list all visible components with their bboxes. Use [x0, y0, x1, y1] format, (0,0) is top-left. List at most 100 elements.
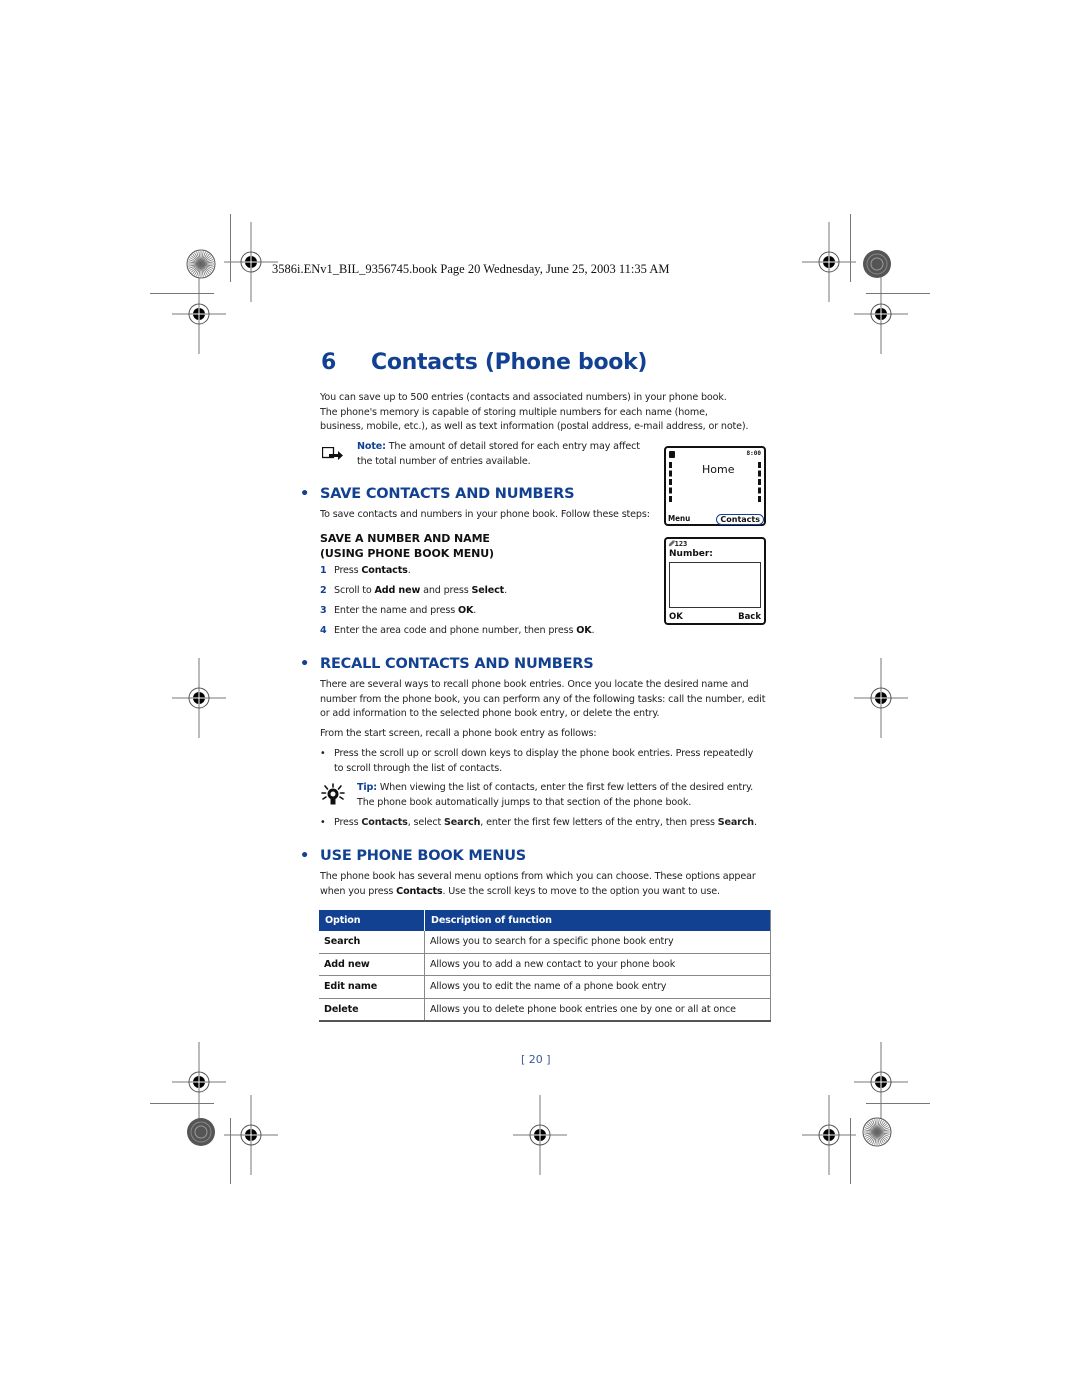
step-keyword: OK [457, 605, 474, 616]
bullet-span: , enter the first few letters of the ent… [480, 817, 718, 828]
note-paragraph: Note: The amount of detail stored for ea… [357, 440, 657, 469]
description-cell: Allows you to search for a specific phon… [424, 931, 771, 954]
column-header-description: Description of function [424, 910, 771, 931]
battery-icon [669, 451, 675, 458]
softkey-contacts[interactable]: Contacts [716, 514, 764, 525]
option-cell: Delete [319, 998, 425, 1022]
tip-text: When viewing the list of contacts, enter… [376, 782, 754, 793]
table-header-row: Option Description of function [319, 910, 771, 931]
heading-text: RECALL CONTACTS AND NUMBERS [320, 656, 594, 672]
phone-title: Home [702, 463, 735, 476]
softkey-back[interactable]: Back [738, 612, 761, 622]
bullet-keyword: Search [717, 817, 754, 828]
step-text: . [504, 585, 507, 596]
signal-bar [669, 462, 675, 502]
registration-target [171, 1041, 227, 1123]
heading-text: USE PHONE BOOK MENUS [320, 848, 527, 864]
note-icon [322, 447, 343, 460]
registration-target [223, 221, 279, 303]
subheading-line: SAVE A NUMBER AND NAME [320, 532, 490, 545]
step-item: 3 Enter the name and press OK. [320, 605, 476, 616]
step-number: 1 [320, 565, 327, 576]
chapter-title-text: Contacts (Phone book) [371, 350, 648, 375]
option-cell: Edit name [319, 975, 425, 999]
table-row: Add new Allows you to add a new contact … [319, 953, 771, 976]
step-text: . [407, 565, 411, 576]
bullet-dot: • [320, 817, 326, 828]
registration-target [512, 1094, 568, 1176]
options-table: Option Description of function Search Al… [319, 910, 771, 1022]
section-heading-save: • SAVE CONTACTS AND NUMBERS [300, 486, 575, 502]
step-number: 4 [320, 625, 327, 636]
recall-paragraph: There are several ways to recall phone b… [320, 678, 780, 722]
tip-paragraph: Tip: When viewing the list of contacts, … [357, 781, 753, 810]
bullet-keyword: Contacts [361, 817, 408, 828]
tip-label: Tip: [357, 782, 377, 793]
page-number: [ 20 ] [521, 1053, 551, 1066]
step-keyword: Add new [374, 585, 421, 596]
step-text: Enter the name and press [334, 605, 458, 616]
save-intro: To save contacts and numbers in your pho… [320, 509, 650, 520]
recall-line: number from the phone book, you can perf… [320, 693, 766, 705]
heading-bullet: • [300, 848, 310, 864]
input-mode-text: 123 [674, 540, 688, 548]
menus-line: The phone book has several menu options … [320, 871, 756, 882]
bullet-line: Press the scroll up or scroll down keys … [334, 748, 754, 759]
description-cell: Allows you to add a new contact to your … [424, 953, 771, 976]
softkey-menu[interactable]: Menu [668, 514, 690, 523]
menus-paragraph: The phone book has several menu options … [320, 870, 756, 899]
bullet-text: Press the scroll up or scroll down keys … [334, 747, 753, 776]
registration-target [801, 221, 857, 303]
step-keyword: Select [471, 585, 505, 596]
number-input-field[interactable] [669, 562, 761, 608]
step-keyword: OK [576, 625, 592, 636]
note-text: the total number of entries available. [357, 455, 531, 467]
menus-span: when you press [320, 885, 397, 897]
section-heading-recall: • RECALL CONTACTS AND NUMBERS [300, 656, 594, 672]
recall-line: There are several ways to recall phone b… [320, 679, 749, 690]
registration-target [853, 1041, 909, 1123]
starburst-rosette [186, 249, 216, 279]
heading-text: SAVE CONTACTS AND NUMBERS [320, 486, 575, 502]
option-cell: Search [319, 931, 425, 954]
step-keyword: Contacts [361, 565, 408, 576]
chapter-number: 6 [321, 350, 337, 375]
table-row: Edit name Allows you to edit the name of… [319, 975, 771, 999]
step-text: Scroll to [334, 585, 375, 596]
intro-line: You can save up to 500 entries (contacts… [320, 392, 727, 403]
bullet-line: to scroll through the list of contacts. [334, 762, 503, 774]
registration-target [853, 273, 909, 355]
heading-bullet: • [300, 656, 310, 672]
bullet-dot: • [320, 748, 326, 759]
subheading-save-number: SAVE A NUMBER AND NAME (USING PHONE BOOK… [320, 532, 494, 561]
step-text: . [591, 625, 595, 636]
bullet-span: . [753, 817, 757, 828]
softkey-ok[interactable]: OK [669, 612, 683, 622]
bullet-item: • Press Contacts, select Search, enter t… [320, 816, 780, 832]
heading-bullet: • [300, 486, 310, 502]
starburst-rosette [862, 1117, 892, 1147]
grey-rosette [187, 1118, 215, 1146]
step-text: Enter the area code and phone number, th… [334, 625, 577, 636]
bullet-item: • Press the scroll up or scroll down key… [320, 747, 780, 777]
registration-target [801, 1094, 857, 1176]
menus-span: . Use the scroll keys to move to the opt… [442, 885, 720, 897]
print-header: 3586i.ENv1_BIL_9356745.book Page 20 Wedn… [272, 262, 670, 276]
lightbulb-icon [321, 783, 345, 805]
phone-time: 8:00 [746, 450, 761, 457]
tip-text: The phone book automatically jumps to th… [357, 796, 692, 808]
recall-line: or add information to the selected phone… [320, 708, 660, 720]
menus-keyword: Contacts [396, 885, 443, 897]
number-label: Number: [669, 549, 713, 559]
intro-line: business, mobile, etc.), as well as text… [320, 421, 749, 433]
step-text: . [473, 605, 477, 616]
subheading-line: (USING PHONE BOOK MENU) [320, 546, 494, 560]
intro-line: The phone's memory is capable of storing… [320, 406, 708, 418]
bullet-text: Press Contacts, select Search, enter the… [334, 816, 757, 831]
step-item: 1 Press Contacts. [320, 565, 411, 576]
table-row: Delete Allows you to delete phone book e… [319, 998, 771, 1022]
note-text: The amount of detail stored for each ent… [385, 441, 640, 452]
bullet-keyword: Search [444, 817, 481, 828]
phone-screen-number: ␥123 Number: OK Back [664, 537, 766, 625]
section-heading-menus: • USE PHONE BOOK MENUS [300, 848, 527, 864]
